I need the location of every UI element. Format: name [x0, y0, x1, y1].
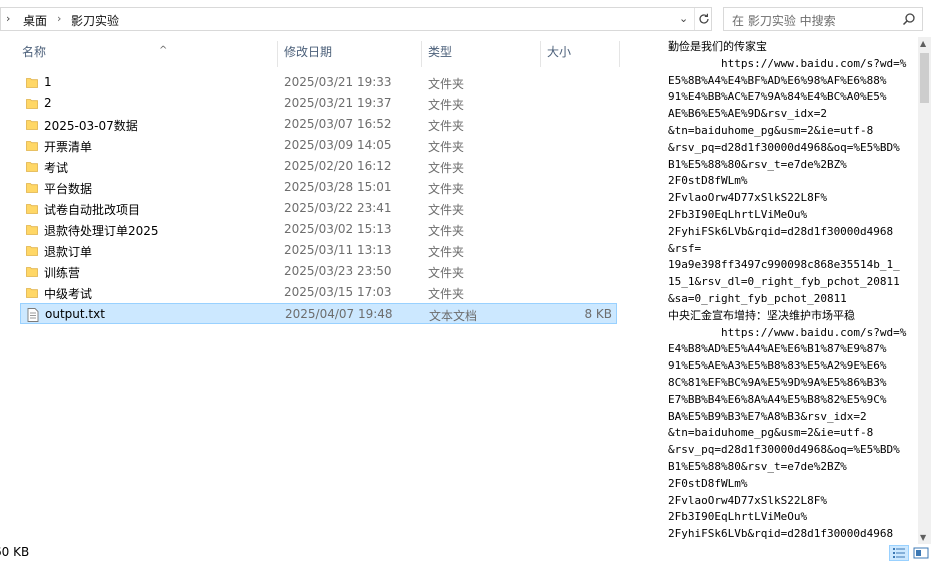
file-row[interactable]: 2 2025/03/21 19:37 文件夹 — [20, 93, 617, 114]
file-row[interactable]: 试卷自动批改项目 2025/03/22 23:41 文件夹 — [20, 198, 617, 219]
vertical-scrollbar[interactable]: ▲ ▼ — [918, 37, 931, 544]
file-type: 文件夹 — [428, 98, 465, 112]
scroll-down-icon[interactable]: ▼ — [920, 533, 926, 542]
column-divider[interactable] — [619, 41, 620, 67]
file-date: 2025/03/28 15:01 — [284, 180, 392, 194]
folder-icon — [26, 139, 38, 154]
folder-icon — [26, 244, 38, 259]
folder-icon — [26, 265, 38, 280]
column-header-size[interactable]: 大小 — [541, 41, 619, 69]
file-name: 1 — [44, 75, 52, 89]
scrollbar-thumb[interactable] — [920, 53, 929, 103]
file-date: 2025/03/22 23:41 — [284, 201, 392, 215]
file-date: 2025/03/21 19:33 — [284, 75, 392, 89]
scroll-up-icon[interactable]: ▲ — [920, 39, 926, 48]
file-row[interactable]: 1 2025/03/21 19:33 文件夹 — [20, 72, 617, 93]
file-type: 文件夹 — [428, 182, 465, 196]
search-input[interactable]: 在 影刀实验 中搜索 — [723, 7, 923, 31]
file-name: 平台数据 — [44, 182, 93, 196]
details-view-icon — [893, 548, 905, 558]
file-type: 文件夹 — [428, 140, 465, 154]
address-bar[interactable]: › 桌面 › 影刀实验 ⌄ — [0, 7, 712, 31]
file-date: 2025/04/07 19:48 — [285, 307, 393, 321]
selected-size-text: 60 KB — [0, 545, 30, 559]
file-date: 2025/03/02 15:13 — [284, 222, 392, 236]
chevron-right-icon[interactable]: › — [57, 12, 61, 25]
folder-icon — [26, 223, 38, 238]
file-name: 2025-03-07数据 — [44, 119, 138, 133]
column-header-size-label: 大小 — [547, 45, 572, 59]
file-row[interactable]: output.txt 2025/04/07 19:48 文本文档 8 KB — [20, 303, 617, 324]
sort-ascending-icon: ^ — [159, 45, 168, 56]
refresh-button[interactable] — [694, 8, 712, 30]
status-bar: 60 KB — [0, 544, 931, 562]
chevron-right-icon[interactable]: › — [6, 12, 10, 25]
file-name: 考试 — [44, 161, 69, 175]
file-date: 2025/03/11 13:13 — [284, 243, 392, 257]
file-list: ^ 名称 修改日期 类型 大小 1 2025/03/21 19:33 文件夹 2 202… — [0, 37, 660, 544]
breadcrumb-current-folder[interactable]: 影刀实验 — [71, 12, 119, 29]
preview-text: 勤俭是我们的传家宝 https://www.baidu.com/s?wd=% E… — [668, 40, 907, 541]
file-name: 中级考试 — [44, 287, 93, 301]
file-date: 2025/02/20 16:12 — [284, 159, 392, 173]
large-icons-view-icon — [913, 547, 929, 559]
text-file-icon — [27, 308, 39, 325]
file-type: 文件夹 — [428, 77, 465, 91]
file-row[interactable]: 训练营 2025/03/23 23:50 文件夹 — [20, 261, 617, 282]
file-name: 训练营 — [44, 266, 81, 280]
refresh-icon — [699, 13, 709, 24]
file-row[interactable]: 退款待处理订单2025 2025/03/02 15:13 文件夹 — [20, 219, 617, 240]
preview-pane: 勤俭是我们的传家宝 https://www.baidu.com/s?wd=% E… — [660, 37, 918, 544]
file-type: 文本文档 — [429, 309, 478, 323]
search-icon[interactable] — [902, 12, 916, 26]
file-type: 文件夹 — [428, 266, 465, 280]
search-placeholder: 在 影刀实验 中搜索 — [732, 14, 836, 28]
file-type: 文件夹 — [428, 287, 465, 301]
file-name: 开票清单 — [44, 140, 93, 154]
file-row[interactable]: 平台数据 2025/03/28 15:01 文件夹 — [20, 177, 617, 198]
file-date: 2025/03/21 19:37 — [284, 96, 392, 110]
file-row[interactable]: 2025-03-07数据 2025/03/07 16:52 文件夹 — [20, 114, 617, 135]
file-date: 2025/03/15 17:03 — [284, 285, 392, 299]
file-type: 文件夹 — [428, 203, 465, 217]
file-type: 文件夹 — [428, 245, 465, 259]
folder-icon — [26, 118, 38, 133]
folder-icon — [26, 202, 38, 217]
folder-icon — [26, 160, 38, 175]
file-date: 2025/03/09 14:05 — [284, 138, 392, 152]
file-name: 试卷自动批改项目 — [44, 203, 141, 217]
file-row[interactable]: 中级考试 2025/03/15 17:03 文件夹 — [20, 282, 617, 303]
details-view-button[interactable] — [889, 545, 909, 561]
column-header-type-label: 类型 — [428, 45, 453, 59]
column-header-date[interactable]: 修改日期 — [278, 41, 421, 69]
file-date: 2025/03/23 23:50 — [284, 264, 392, 278]
file-type: 文件夹 — [428, 224, 465, 238]
file-name: 2 — [44, 96, 52, 110]
file-date: 2025/03/07 16:52 — [284, 117, 392, 131]
file-type: 文件夹 — [428, 161, 465, 175]
file-size: 8 KB — [584, 307, 612, 321]
file-name: 退款待处理订单2025 — [44, 224, 159, 238]
file-type: 文件夹 — [428, 119, 465, 133]
folder-icon — [26, 97, 38, 112]
file-name: 退款订单 — [44, 245, 93, 259]
column-header-name[interactable]: ^ 名称 — [16, 41, 276, 69]
file-row[interactable]: 开票清单 2025/03/09 14:05 文件夹 — [20, 135, 617, 156]
chevron-down-icon[interactable]: ⌄ — [679, 12, 688, 25]
breadcrumb-desktop[interactable]: 桌面 — [23, 12, 47, 29]
column-header-date-label: 修改日期 — [284, 45, 333, 59]
column-header-name-label: 名称 — [22, 45, 47, 59]
column-header-type[interactable]: 类型 — [422, 41, 540, 69]
folder-icon — [26, 76, 38, 91]
folder-icon — [26, 181, 38, 196]
large-icons-view-button[interactable] — [912, 545, 930, 561]
folder-icon — [26, 286, 38, 301]
file-row[interactable]: 考试 2025/02/20 16:12 文件夹 — [20, 156, 617, 177]
file-row[interactable]: 退款订单 2025/03/11 13:13 文件夹 — [20, 240, 617, 261]
file-name: output.txt — [45, 307, 105, 321]
